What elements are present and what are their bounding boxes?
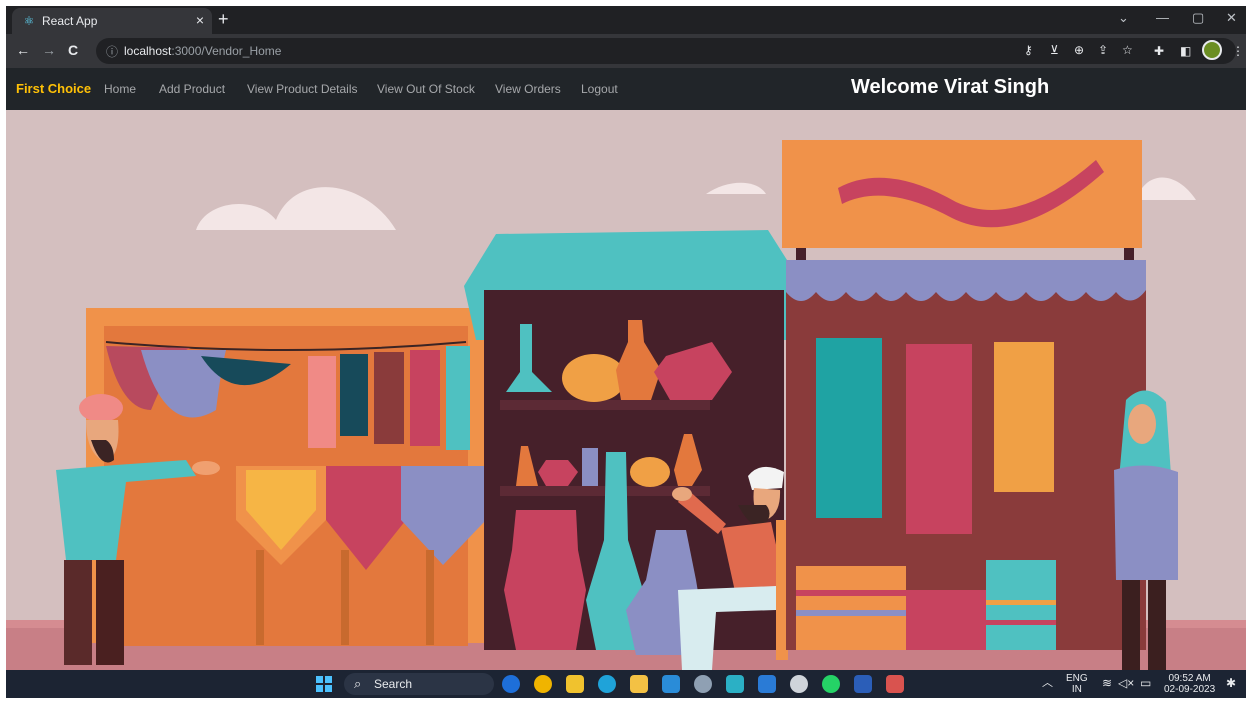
close-tab-icon[interactable]: × <box>196 12 204 28</box>
whatsapp-icon[interactable] <box>822 675 840 693</box>
url-text: localhost:3000/Vendor_Home <box>124 44 282 58</box>
address-bar[interactable]: ⓘ localhost:3000/Vendor_Home ⚷ ⊻ ⊕ ⇪ ☆ <box>96 38 1236 64</box>
key-icon[interactable]: ⚷ <box>1024 43 1033 57</box>
language-indicator[interactable]: ENG IN <box>1066 673 1088 695</box>
hero-banner <box>6 110 1246 670</box>
browser-window: ⚛ React App × + ⌄ — ▢ ✕ ← → C ⓘ localhos… <box>6 6 1246 698</box>
install-icon[interactable]: ⊻ <box>1050 43 1059 57</box>
taskbar-search[interactable]: ⌕ Search <box>344 673 494 695</box>
notification-icon[interactable]: ✱ <box>1226 677 1236 689</box>
settings-icon[interactable] <box>694 675 712 693</box>
nav-link-view-out-of-stock[interactable]: View Out Of Stock <box>377 82 475 96</box>
nav-link-view-product-details[interactable]: View Product Details <box>247 82 358 96</box>
nav-link-view-orders[interactable]: View Orders <box>495 82 561 96</box>
gear-icon[interactable] <box>790 675 808 693</box>
cloud-left <box>196 187 396 230</box>
volume-muted-icon[interactable]: ◁× <box>1118 677 1134 689</box>
nav-link-home[interactable]: Home <box>104 82 136 96</box>
zoom-icon[interactable]: ⊕ <box>1074 43 1084 57</box>
nav-link-add-product[interactable]: Add Product <box>159 82 225 96</box>
vscode-icon[interactable] <box>758 675 776 693</box>
show-hidden-icons[interactable]: ︿ <box>1042 678 1053 689</box>
forward-button[interactable]: → <box>42 42 56 58</box>
search-label: Search <box>374 677 413 691</box>
sidepanel-icon[interactable]: ◧ <box>1180 44 1191 58</box>
profile-icon[interactable] <box>1202 40 1222 60</box>
monitor-icon[interactable] <box>726 675 744 693</box>
browser-tab[interactable]: ⚛ React App × <box>12 8 212 34</box>
cloud-right <box>1136 177 1196 200</box>
reload-button[interactable]: C <box>68 42 78 58</box>
nav-link-logout[interactable]: Logout <box>581 82 618 96</box>
app-navbar: First Choice Home Add Product View Produ… <box>6 68 1246 110</box>
edge-icon[interactable] <box>598 675 616 693</box>
word-icon[interactable] <box>854 675 872 693</box>
brand-logo[interactable]: First Choice <box>16 81 91 96</box>
snip-icon[interactable] <box>886 675 904 693</box>
new-tab-button[interactable]: + <box>218 9 229 30</box>
files-icon[interactable] <box>630 675 648 693</box>
close-window-button[interactable]: ✕ <box>1226 10 1237 26</box>
share-icon[interactable]: ⇪ <box>1098 43 1108 57</box>
tab-search-icon[interactable]: ⌄ <box>1118 10 1129 26</box>
l-app-icon[interactable] <box>662 675 680 693</box>
menu-icon[interactable]: ⋮ <box>1232 44 1244 58</box>
star-icon[interactable]: ☆ <box>1122 43 1133 57</box>
welcome-heading: Welcome Virat Singh <box>851 76 1050 98</box>
windows-start-icon[interactable] <box>316 676 332 692</box>
search-icon: ⌕ <box>354 676 362 691</box>
clock[interactable]: 09:52 AM 02-09-2023 <box>1164 673 1215 695</box>
wifi-icon[interactable]: ≋ <box>1102 677 1112 689</box>
windows-taskbar: ⌕ Search ︿ ENG IN ≋ ◁× ▭ 09:52 AM 02-09-… <box>6 670 1246 698</box>
right-stall-sign <box>782 140 1142 248</box>
back-button[interactable]: ← <box>16 42 30 58</box>
battery-icon[interactable]: ▭ <box>1140 677 1151 689</box>
bing-icon[interactable] <box>502 675 520 693</box>
chrome-icon[interactable] <box>534 675 552 693</box>
info-icon[interactable]: ⓘ <box>106 43 118 60</box>
maximize-button[interactable]: ▢ <box>1192 10 1204 26</box>
tab-title: React App <box>42 14 98 28</box>
cloud-middle <box>706 182 766 194</box>
react-icon: ⚛ <box>23 14 35 28</box>
extensions-icon[interactable]: ✚ <box>1154 44 1164 58</box>
minimize-button[interactable]: — <box>1156 10 1169 25</box>
browser-toolbar: ← → C ⓘ localhost:3000/Vendor_Home ⚷ ⊻ ⊕… <box>6 34 1246 68</box>
red-vase <box>504 510 586 650</box>
market-bazaar-illustration <box>6 140 1246 670</box>
tab-strip: ⚛ React App × + ⌄ — ▢ ✕ <box>6 6 1246 34</box>
store-icon[interactable] <box>566 675 584 693</box>
